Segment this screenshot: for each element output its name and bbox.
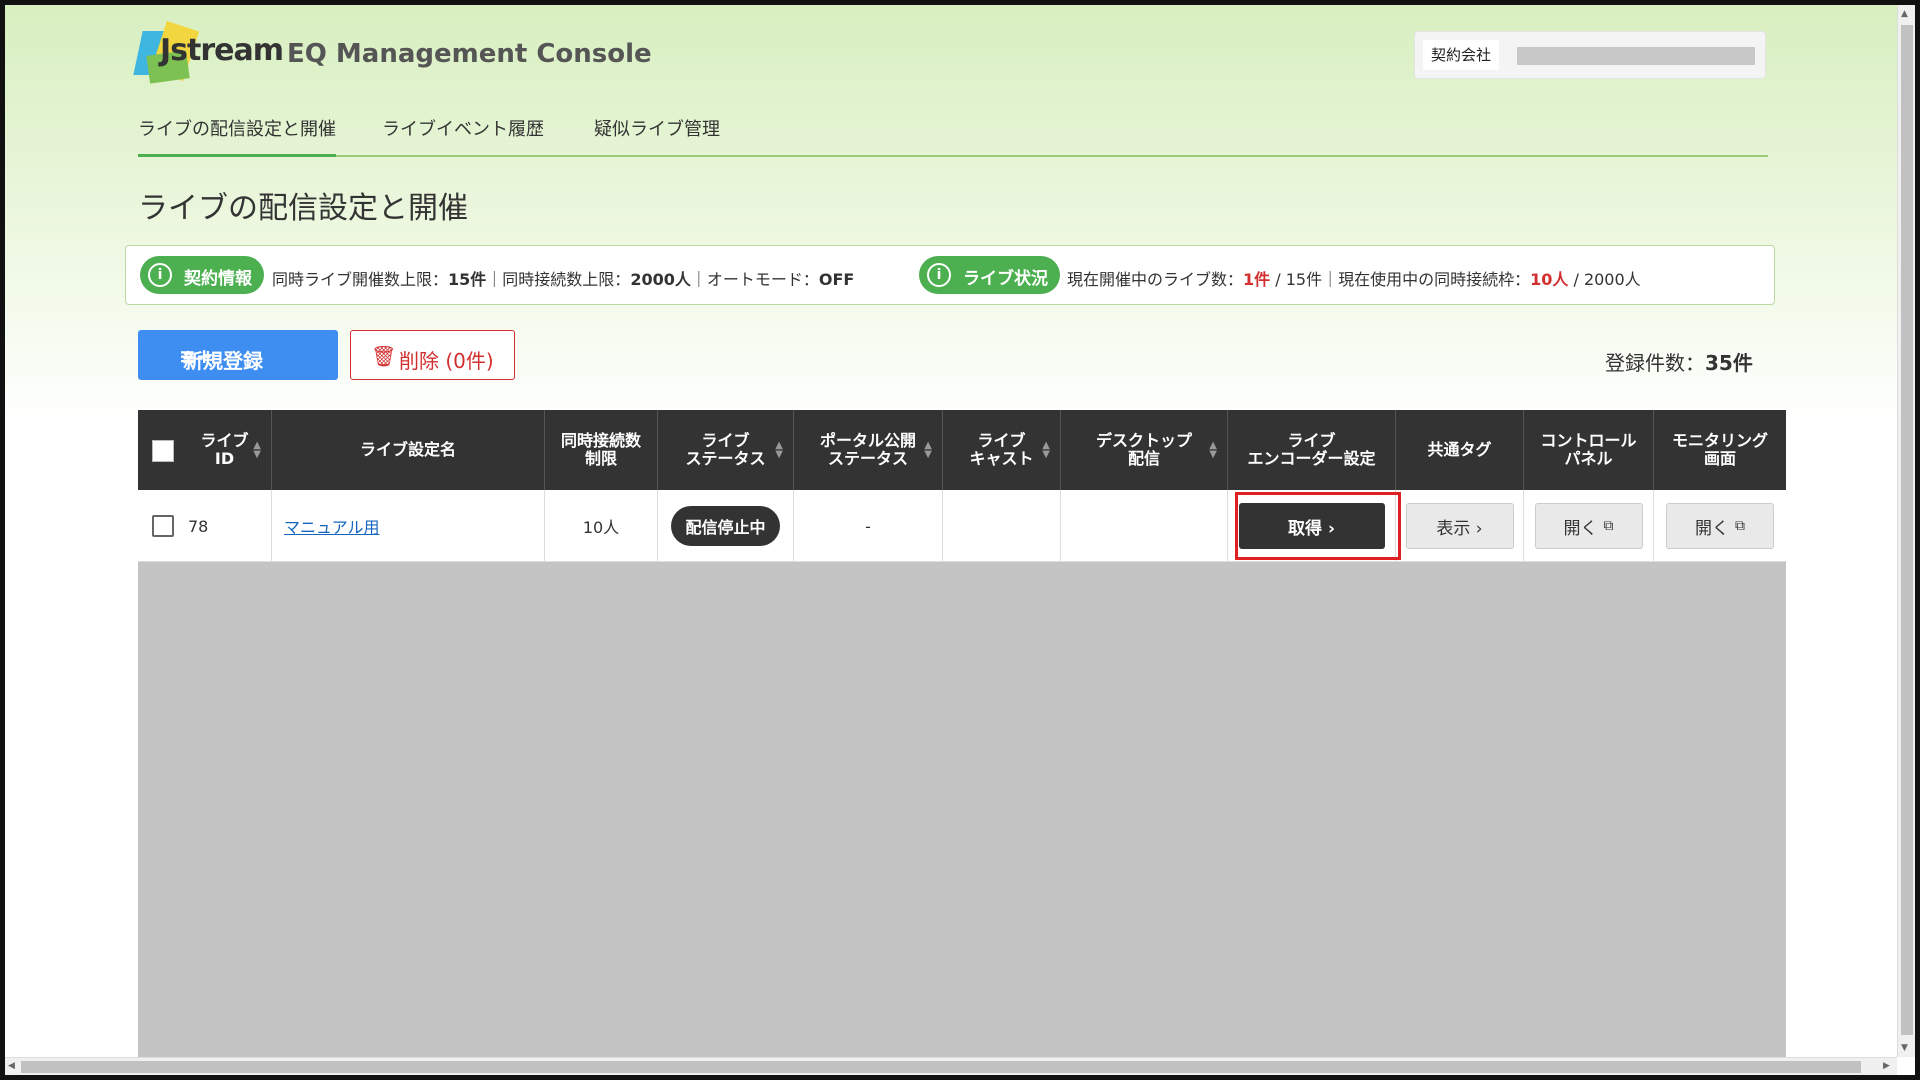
company-label: 契約会社 [1423, 40, 1500, 70]
td-name: マニュアル用 [272, 490, 545, 562]
horizontal-scrollbar[interactable]: ◀ ▶ [5, 1057, 1897, 1075]
live-name-link[interactable]: マニュアル用 [284, 514, 380, 538]
app-title: EQ Management Console [287, 39, 652, 69]
main-nav: ライブの配信設定と開催 ライブイベント履歴 疑似ライブ管理 [138, 97, 1768, 157]
info-icon: i [148, 263, 172, 287]
trash-icon: 🗑 [371, 344, 397, 368]
status-badge: 配信停止中 [671, 506, 780, 546]
contract-info-pill: i 契約情報 [140, 256, 264, 294]
th-portal[interactable]: ポータル公開 ステータス ▲ ▼ [794, 410, 943, 490]
sort-icon[interactable]: ▲ ▼ [1042, 441, 1050, 460]
th-control: コントロール パネル [1524, 410, 1654, 490]
open-monitoring-button[interactable]: 開く ⧉ [1666, 503, 1774, 549]
external-link-icon: ⧉ [1735, 518, 1745, 534]
scroll-up-icon[interactable]: ▲ [1901, 9, 1908, 19]
add-list-icon: ≡+ [179, 344, 213, 368]
th-monitor: モニタリング 画面 [1671, 430, 1768, 468]
th-live-id[interactable]: ライブ ID ▲ ▼ [138, 410, 272, 490]
th-name: ライブ設定名 [272, 410, 545, 490]
td-limit: 10人 [545, 490, 658, 562]
scroll-right-icon[interactable]: ▶ [1883, 1061, 1890, 1071]
company-box: 契約会社 [1414, 31, 1766, 79]
live-status-pill: i ライブ状況 [919, 256, 1060, 294]
delete-button[interactable]: 🗑 削除 (0件) [350, 330, 515, 380]
registration-count: 登録件数：35件 [1605, 351, 1753, 375]
app-window: Jstream EQ Management Console 契約会社 ライブの配… [5, 5, 1915, 1075]
contract-info-text: 同時ライブ開催数上限：15件｜同時接続数上限：2000人｜オートモード：OFF [272, 270, 855, 289]
td-live-id: 78 [138, 490, 272, 562]
td-tag: 表示 › [1396, 490, 1524, 562]
show-tag-button[interactable]: 表示 › [1405, 503, 1514, 549]
external-link-icon: ⧉ [1603, 518, 1614, 534]
live-status-text: 現在開催中のライブ数：1件 / 15件｜現在使用中の同時接続枠：10人 / 20… [1067, 270, 1641, 289]
td-monitor: 開く ⧉ [1654, 490, 1786, 562]
nav-item-live-settings[interactable]: ライブの配信設定と開催 [138, 107, 336, 157]
td-cast [943, 490, 1061, 562]
table-row: 78 マニュアル用 10人 配信停止中 - 取得 › 表示 › 開く ⧉ 開く … [138, 490, 1786, 562]
scroll-thumb[interactable] [21, 1061, 1861, 1073]
th-status[interactable]: ライブ ステータス ▲ ▼ [658, 410, 794, 490]
company-value-redacted [1517, 47, 1755, 65]
scroll-thumb[interactable] [1901, 25, 1913, 1035]
th-cast[interactable]: ライブ キャスト ▲ ▼ [943, 410, 1061, 490]
sort-icon[interactable]: ▲ ▼ [253, 441, 261, 460]
highlight-box [1235, 492, 1401, 560]
page-title: ライブの配信設定と開催 [138, 191, 468, 226]
th-tag: 共通タグ [1396, 410, 1524, 490]
nav-item-pseudo-live[interactable]: 疑似ライブ管理 [594, 107, 720, 157]
td-desktop [1061, 490, 1228, 562]
open-control-panel-button[interactable]: 開く ⧉ [1534, 503, 1643, 549]
th-desktop[interactable]: デスクトップ 配信 ▲ ▼ [1061, 410, 1228, 490]
td-portal: - [794, 490, 943, 562]
jstream-logo[interactable]: Jstream [133, 21, 284, 85]
live-table: ライブ ID ▲ ▼ ライブ設定名 同時接続数 制限 ライブ ステータス ▲ ▼ ポータル… [138, 410, 1786, 1075]
scroll-left-icon[interactable]: ◀ [8, 1061, 15, 1071]
th-encoder: ライブ エンコーダー設定 [1228, 410, 1396, 490]
nav-item-live-history[interactable]: ライブイベント履歴 [382, 107, 544, 157]
info-icon: i [927, 263, 951, 287]
td-status: 配信停止中 [658, 490, 794, 562]
td-control: 開く ⧉ [1524, 490, 1654, 562]
sort-icon[interactable]: ▲ ▼ [924, 441, 932, 460]
new-register-button[interactable]: ≡+ 新規登録 [138, 330, 338, 380]
th-limit: 同時接続数 制限 [545, 410, 658, 490]
scroll-down-icon[interactable]: ▼ [1901, 1043, 1908, 1053]
row-checkbox[interactable] [152, 515, 174, 537]
info-bar: i 契約情報 同時ライブ開催数上限：15件｜同時接続数上限：2000人｜オートモ… [125, 245, 1775, 305]
table-header: ライブ ID ▲ ▼ ライブ設定名 同時接続数 制限 ライブ ステータス ▲ ▼ ポータル… [138, 410, 1786, 490]
vertical-scrollbar[interactable]: ▲ ▼ [1897, 5, 1915, 1057]
sort-icon[interactable]: ▲ ▼ [775, 441, 783, 460]
sort-icon[interactable]: ▲ ▼ [1209, 441, 1217, 460]
select-all-checkbox[interactable] [152, 440, 174, 462]
